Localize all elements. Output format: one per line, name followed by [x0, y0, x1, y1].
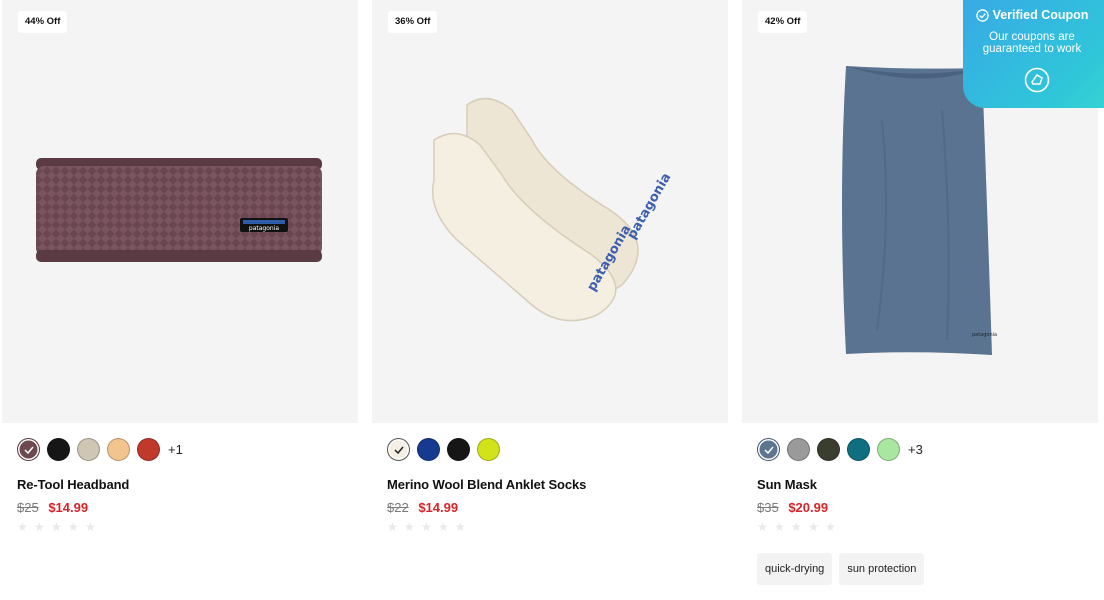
coupon-heading: Verified Coupon — [963, 8, 1104, 22]
feature-tags: quick-drying sun protection — [757, 553, 931, 585]
swatch-2[interactable] — [787, 438, 810, 461]
swatch-3[interactable] — [447, 438, 470, 461]
swatch-4[interactable] — [847, 438, 870, 461]
verified-check-icon — [975, 8, 989, 22]
swatch-5[interactable] — [877, 438, 900, 461]
discount-badge: 44% Off — [18, 11, 68, 33]
swatch-1[interactable] — [17, 438, 40, 461]
star-icon: ★ — [404, 520, 415, 534]
sale-price: $14.99 — [418, 500, 459, 515]
svg-text:patagonia: patagonia — [249, 225, 279, 232]
swatch-3[interactable] — [77, 438, 100, 461]
product-title[interactable]: Re-Tool Headband — [17, 477, 129, 492]
star-icon: ★ — [387, 520, 398, 534]
socks-image: patagonia patagonia — [431, 97, 674, 322]
star-icon: ★ — [17, 520, 28, 534]
swatch-3[interactable] — [817, 438, 840, 461]
discount-badge: 36% Off — [388, 11, 438, 33]
star-icon: ★ — [791, 520, 802, 534]
star-icon: ★ — [825, 520, 836, 534]
product-image[interactable]: 44% Off patagonia — [2, 0, 358, 423]
swatch-4[interactable] — [107, 438, 130, 461]
product-title[interactable]: Sun Mask — [757, 477, 817, 492]
product-price: $22 $14.99 — [387, 500, 458, 515]
product-title[interactable]: Merino Wool Blend Anklet Socks — [387, 477, 586, 492]
rating-stars: ★ ★ ★ ★ ★ — [17, 521, 102, 533]
svg-text:patagonia: patagonia — [972, 332, 997, 338]
product-image[interactable]: 36% Off patagonia patagonia — [372, 0, 728, 423]
tag-quick-drying[interactable]: quick-drying — [757, 553, 833, 585]
coupon-title: Verified Coupon — [992, 8, 1089, 22]
verified-coupon-banner[interactable]: Verified Coupon Our coupons are guarante… — [963, 0, 1104, 108]
swatch-2[interactable] — [417, 438, 440, 461]
headband-image: patagonia — [36, 158, 322, 262]
swatch-5[interactable] — [137, 438, 160, 461]
swatch-1[interactable] — [757, 438, 780, 461]
swatch-4[interactable] — [477, 438, 500, 461]
original-price: $35 — [757, 500, 779, 515]
check-icon — [18, 439, 39, 460]
coupon-line-1: Our coupons are — [989, 31, 1075, 43]
original-price: $22 — [387, 500, 409, 515]
product-price: $25 $14.99 — [17, 500, 88, 515]
color-swatches: +1 — [17, 438, 183, 461]
swatch-2[interactable] — [47, 438, 70, 461]
product-price: $35 $20.99 — [757, 500, 828, 515]
more-colors[interactable]: +1 — [168, 442, 183, 457]
star-icon: ★ — [774, 520, 785, 534]
star-icon: ★ — [757, 520, 768, 534]
star-icon: ★ — [85, 520, 96, 534]
star-icon: ★ — [68, 520, 79, 534]
more-colors[interactable]: +3 — [908, 442, 923, 457]
sale-price: $20.99 — [788, 500, 829, 515]
rating-stars: ★ ★ ★ ★ ★ — [757, 521, 842, 533]
star-icon: ★ — [808, 520, 819, 534]
check-icon — [388, 439, 409, 460]
coupon-logo-icon — [1024, 67, 1050, 93]
original-price: $25 — [17, 500, 39, 515]
rating-stars: ★ ★ ★ ★ ★ — [387, 521, 472, 533]
check-icon — [758, 439, 779, 460]
tag-sun-protection[interactable]: sun protection — [839, 553, 925, 585]
star-icon: ★ — [438, 520, 449, 534]
product-card[interactable]: 36% Off patagonia patagonia Merino Wool … — [372, 0, 728, 533]
star-icon: ★ — [421, 520, 432, 534]
coupon-line-2: guaranteed to work — [982, 43, 1082, 55]
product-grid: 44% Off patagonia +1 Re-Tool Headband $2… — [0, 0, 1104, 600]
discount-badge: 42% Off — [758, 11, 808, 33]
swatch-1[interactable] — [387, 438, 410, 461]
star-icon: ★ — [51, 520, 62, 534]
color-swatches: +3 — [757, 438, 923, 461]
sale-price: $14.99 — [48, 500, 89, 515]
product-card[interactable]: 44% Off patagonia +1 Re-Tool Headband $2… — [2, 0, 358, 533]
star-icon: ★ — [455, 520, 466, 534]
color-swatches — [387, 438, 507, 461]
star-icon: ★ — [34, 520, 45, 534]
coupon-subtitle: Our coupons are guaranteed to work — [963, 31, 1104, 55]
